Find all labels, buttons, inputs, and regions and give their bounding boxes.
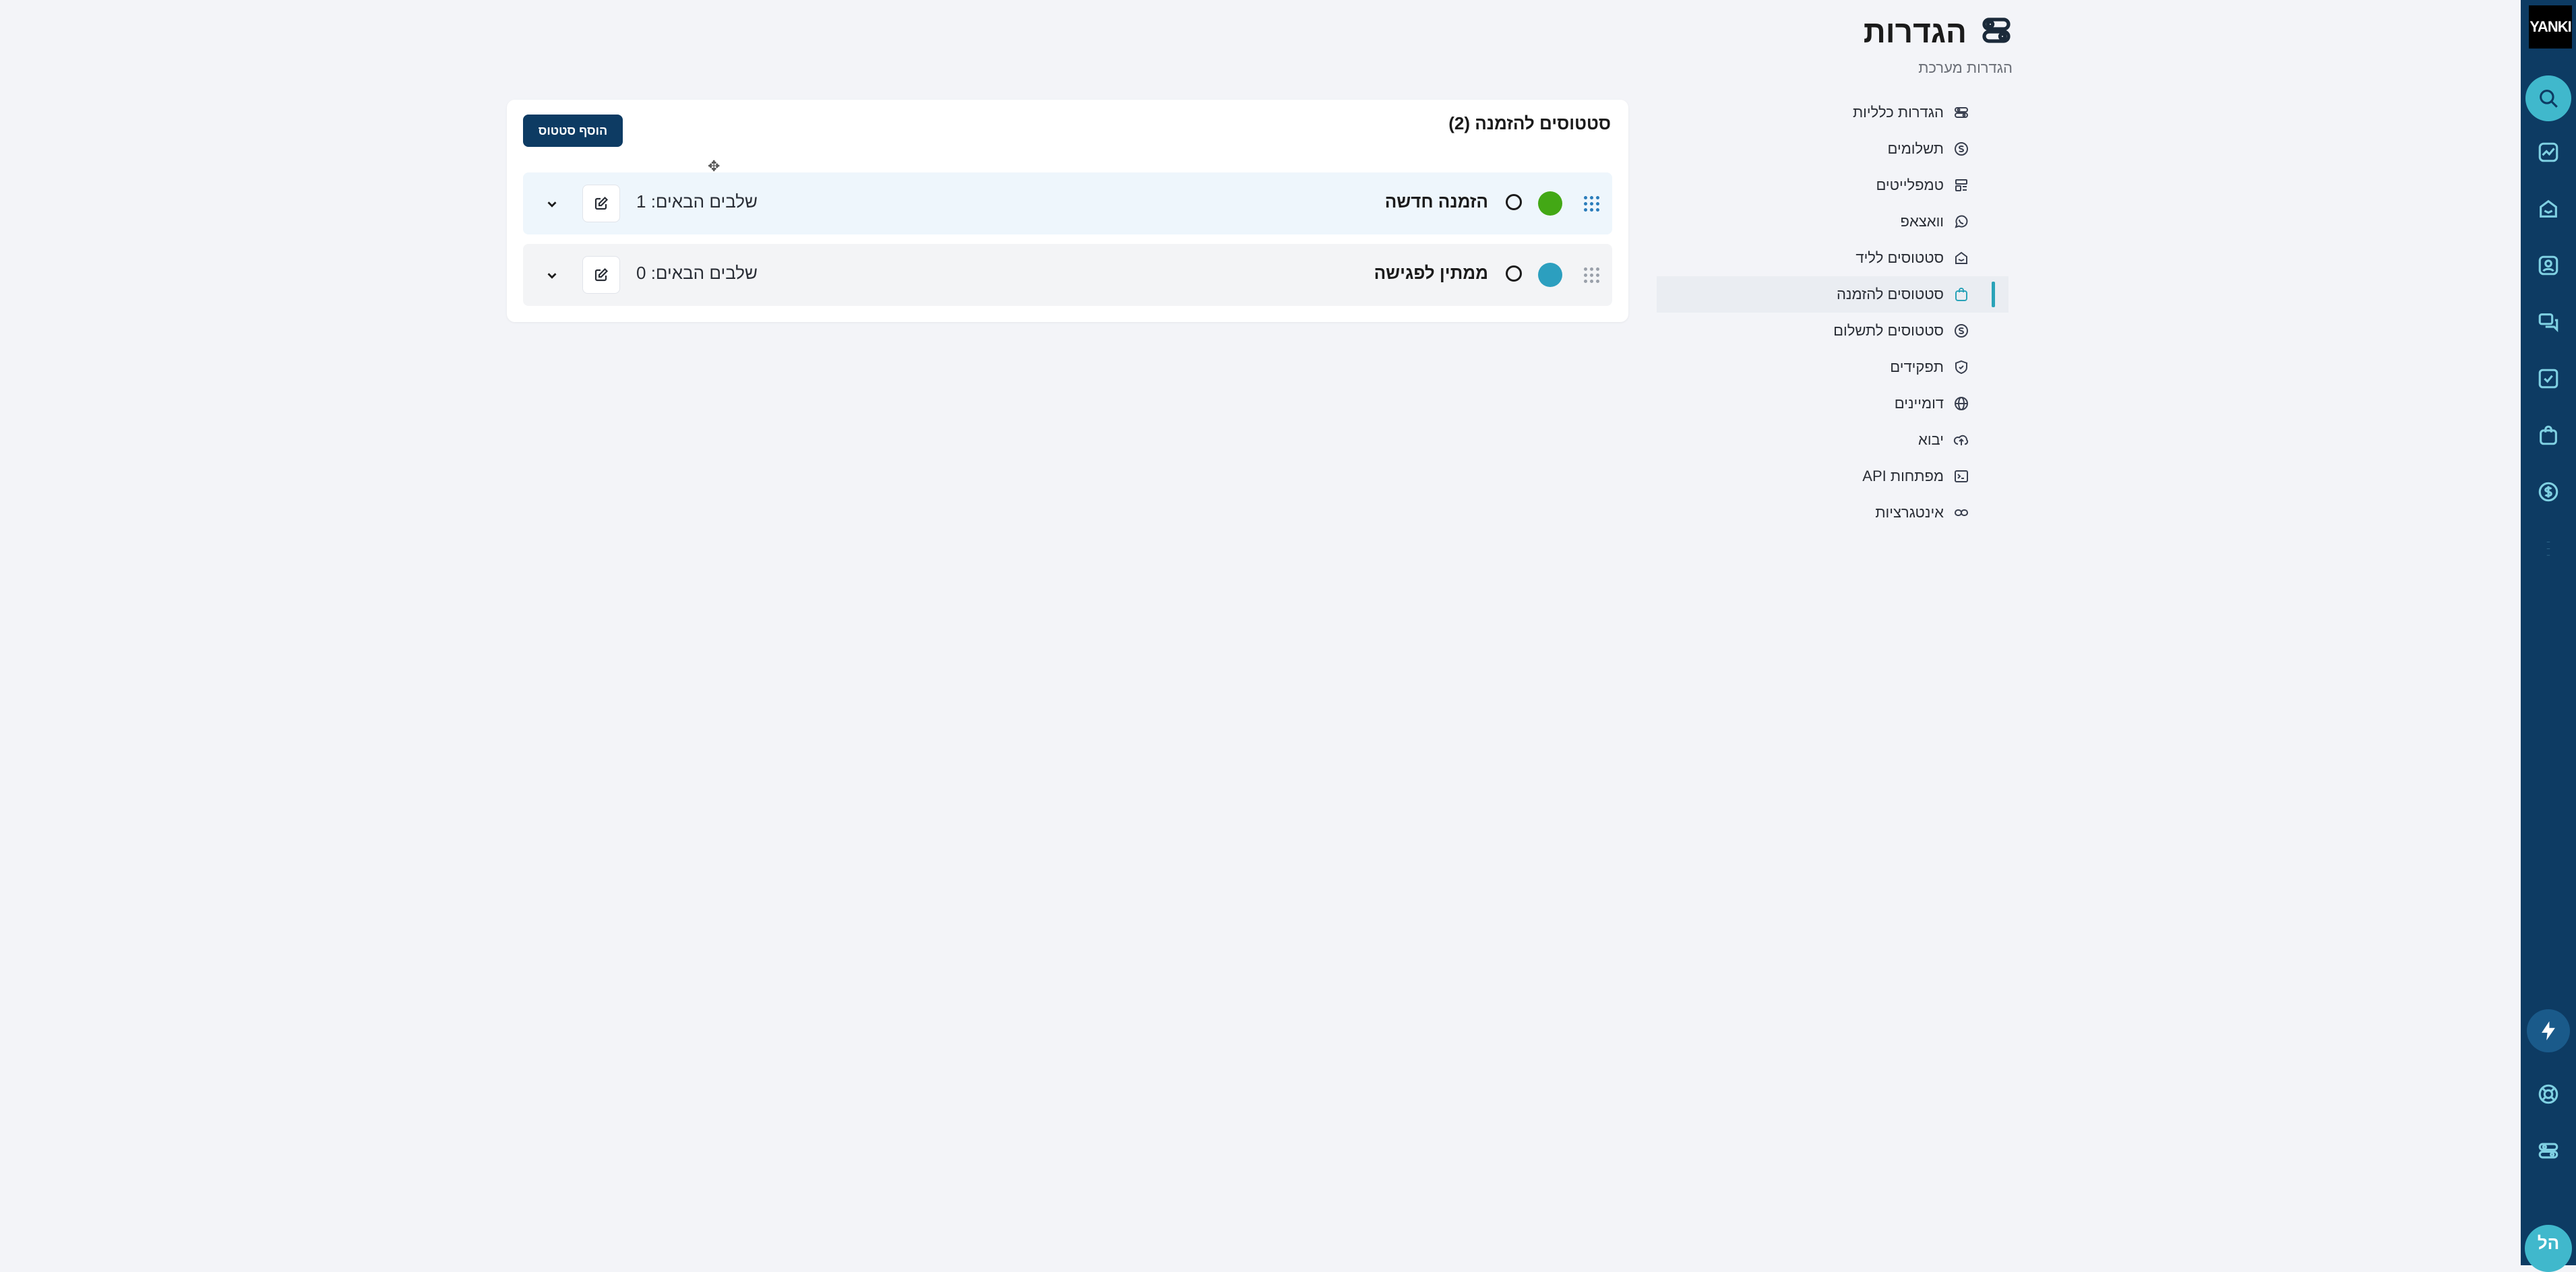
- nav-item-label: דומיינים: [1894, 395, 1944, 412]
- nav-item-label: סטטוסים לליד: [1856, 249, 1944, 266]
- nav-item-whatsapp[interactable]: וואצאפ: [1657, 203, 2008, 240]
- nav-item-domains[interactable]: דומיינים: [1657, 385, 2008, 422]
- status-row[interactable]: הזמנה חדשה שלבים הבאים: 1: [523, 172, 1612, 234]
- nav-item-import[interactable]: יבוא: [1657, 422, 2008, 458]
- nav-item-api-keys[interactable]: מפתחות API: [1657, 458, 2008, 495]
- link-icon: [1955, 509, 1968, 516]
- next-steps-count: שלבים הבאים: 1: [636, 191, 758, 212]
- status-color-swatch[interactable]: [1538, 263, 1562, 287]
- status-name: ממתין לפגישה: [1374, 263, 1488, 283]
- dollar-icon: [2538, 482, 2558, 502]
- chevron-down-icon: [547, 273, 557, 279]
- expand-row-button[interactable]: [538, 261, 566, 290]
- chevron-down-icon: [547, 201, 557, 208]
- nav-item-label: תשלומים: [1887, 140, 1944, 157]
- card-title: סטטוסים להזמנה (2): [1448, 113, 1611, 133]
- shield-icon: [1955, 360, 1967, 375]
- sliders-icon: [1955, 107, 1968, 118]
- page-title: הגדרות: [1863, 14, 1967, 49]
- lead-icon: [1955, 251, 1967, 264]
- next-steps-count: שלבים הבאים: 0: [636, 263, 758, 283]
- task-icon: [2538, 369, 2558, 389]
- rail-search-button[interactable]: [2521, 74, 2576, 123]
- drag-handle-icon[interactable]: [1584, 195, 1600, 212]
- status-row[interactable]: ממתין לפגישה שלבים הבאים: 0: [523, 244, 1612, 306]
- page-header: הגדרות הגדרות מערכת: [1864, 13, 2013, 77]
- rail-chat-button[interactable]: [2521, 298, 2576, 346]
- nav-item-payments[interactable]: תשלומים: [1657, 131, 2008, 167]
- default-status-radio[interactable]: [1506, 265, 1522, 282]
- nav-item-integrations[interactable]: אינטגרציות: [1657, 495, 2008, 531]
- nav-item-order-statuses[interactable]: סטטוסים להזמנה: [1657, 276, 2008, 313]
- edit-icon: [594, 196, 609, 210]
- rail-orders-button[interactable]: [2521, 411, 2576, 459]
- edit-icon: [594, 267, 609, 282]
- rail-dashboard-button[interactable]: [2521, 128, 2576, 177]
- chart-icon: [2538, 142, 2558, 162]
- expand-row-button[interactable]: [538, 190, 566, 218]
- nav-item-label: יבוא: [1918, 431, 1944, 448]
- default-status-radio[interactable]: [1506, 194, 1522, 210]
- drag-handle-icon[interactable]: [1584, 267, 1600, 283]
- nav-item-payment-statuses[interactable]: סטטוסים לתשלום: [1657, 313, 2008, 349]
- app-rail: YANKI הל: [2521, 0, 2576, 1272]
- rail-help-button[interactable]: [2521, 1070, 2576, 1118]
- terminal-icon: [1955, 470, 1968, 482]
- app-logo[interactable]: YANKI: [2529, 5, 2572, 49]
- settings-icon: [2538, 1143, 2558, 1159]
- nav-item-label: מפתחות API: [1862, 468, 1944, 484]
- contact-icon: [2538, 255, 2558, 276]
- nav-item-label: אינטגרציות: [1875, 504, 1944, 521]
- rail-contacts-button[interactable]: [2521, 241, 2576, 290]
- more-icon: [2546, 542, 2550, 556]
- help-icon: [2538, 1084, 2558, 1104]
- bag-icon: [1955, 288, 1967, 301]
- dollar-circle-icon: [1955, 324, 1968, 338]
- edit-status-button[interactable]: [582, 256, 620, 294]
- nav-item-label: טמפלייטים: [1876, 177, 1944, 193]
- whatsapp-icon: [1955, 215, 1968, 228]
- rail-quick-action-button[interactable]: [2521, 1007, 2576, 1055]
- rail-more-button[interactable]: [2521, 524, 2576, 573]
- rail-tasks-button[interactable]: [2521, 354, 2576, 403]
- rail-settings-button[interactable]: [2521, 1126, 2576, 1175]
- chat-icon: [2538, 313, 2558, 333]
- status-color-swatch[interactable]: [1538, 191, 1562, 216]
- rail-home-button[interactable]: [2521, 185, 2576, 233]
- globe-icon: [1955, 397, 1968, 410]
- nav-item-roles[interactable]: תפקידים: [1657, 349, 2008, 385]
- bolt-icon: [2542, 1021, 2555, 1041]
- rail-payments-button[interactable]: [2521, 468, 2576, 516]
- nav-item-label: סטטוסים לתשלום: [1833, 322, 1944, 339]
- nav-item-general[interactable]: הגדרות כלליות: [1657, 94, 2008, 131]
- nav-item-label: הגדרות כלליות: [1852, 104, 1944, 121]
- nav-item-templates[interactable]: טמפלייטים: [1657, 167, 2008, 203]
- home-icon: [2540, 199, 2557, 218]
- page-subtitle: הגדרות מערכת: [1918, 59, 2013, 76]
- search-icon: [2540, 90, 2558, 108]
- nav-item-lead-statuses[interactable]: סטטוסים לליד: [1657, 240, 2008, 276]
- nav-item-label: סטטוסים להזמנה: [1836, 286, 1944, 303]
- template-icon: [1955, 179, 1967, 191]
- settings-nav: הגדרות כלליות תשלומים טמפלייטים וואצאפ ס…: [1657, 94, 2008, 531]
- add-status-button[interactable]: הוסף סטטוס: [523, 115, 623, 147]
- order-statuses-card: סטטוסים להזמנה (2) הוסף סטטוס ✥ הזמנה חד…: [507, 100, 1628, 322]
- upload-cloud-icon: [1953, 435, 1969, 445]
- dollar-circle-icon: [1955, 142, 1968, 156]
- nav-item-label: וואצאפ: [1900, 213, 1944, 230]
- status-name: הזמנה חדשה: [1384, 191, 1488, 212]
- bag-icon: [2540, 425, 2557, 445]
- edit-status-button[interactable]: [582, 185, 620, 222]
- nav-item-label: תפקידים: [1890, 358, 1944, 375]
- settings-icon: [1980, 14, 2013, 50]
